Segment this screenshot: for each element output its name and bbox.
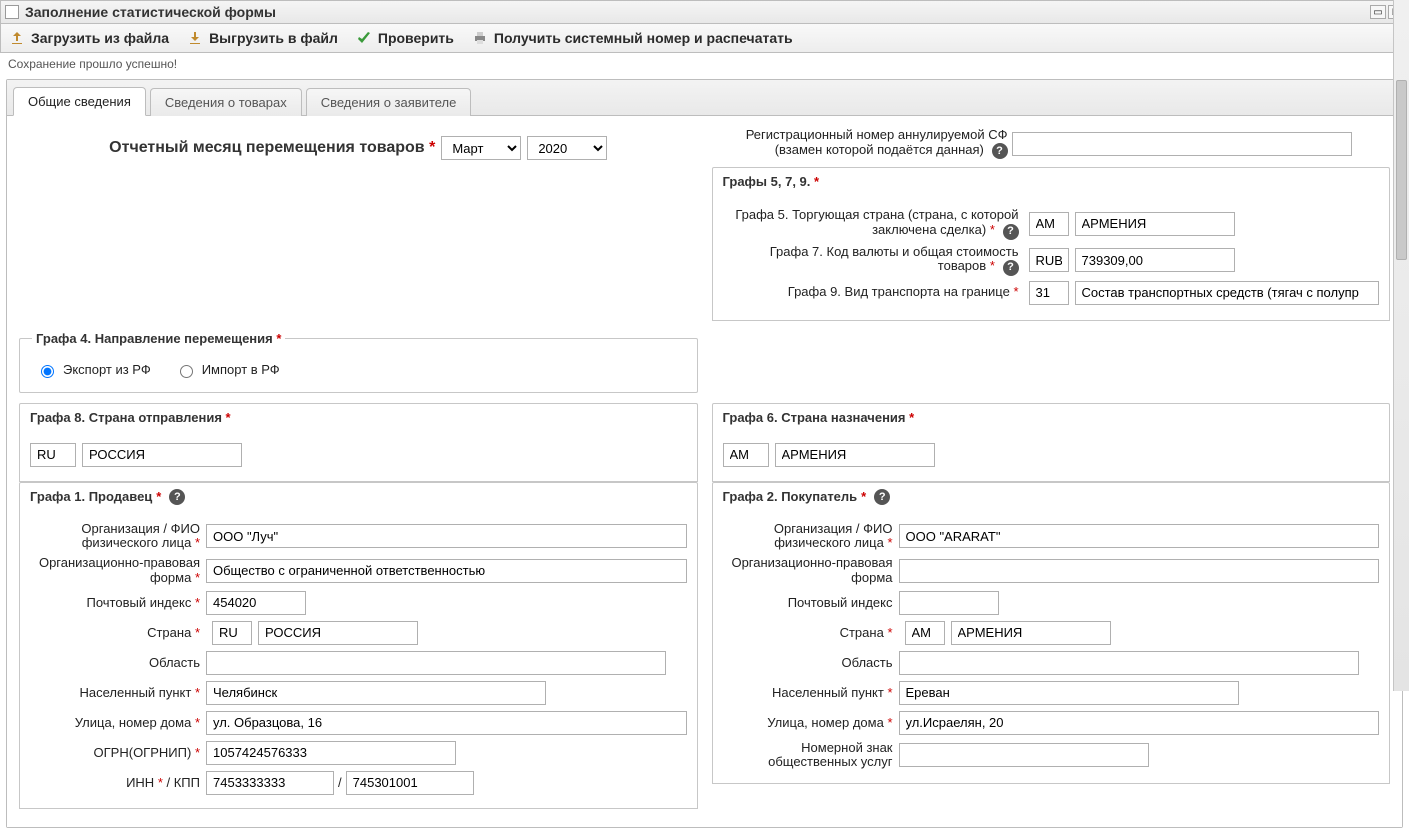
g2-country-code-input[interactable] [905, 621, 945, 645]
period-label: Отчетный месяц перемещения товаров * [109, 139, 435, 157]
g1-region-input[interactable] [206, 651, 666, 675]
g1-org-input[interactable] [206, 524, 687, 548]
g6-code-input[interactable] [723, 443, 769, 467]
g1-inn-input[interactable] [206, 771, 334, 795]
g2-header: Графа 2. Покупатель * ? [712, 482, 1391, 511]
period-row: Отчетный месяц перемещения товаров * Мар… [19, 126, 698, 166]
g1-street-label: Улица, номер дома * [30, 716, 206, 730]
tabbar: Общие сведения Сведения о товарах Сведен… [7, 80, 1402, 116]
g9-code-input[interactable] [1029, 281, 1069, 305]
g1-legal-label: Организационно-правовая форма * [30, 556, 206, 585]
g2-country-label: Страна * [723, 626, 899, 640]
g2-body: Организация / ФИО физического лица * Орг… [712, 511, 1391, 784]
g2-region-label: Область [723, 656, 899, 670]
g1-header: Графа 1. Продавец * ? [19, 482, 698, 511]
g2-postal-label: Почтовый индекс [723, 596, 899, 610]
g4-export-radio[interactable]: Экспорт из РФ [36, 362, 151, 378]
g1-inn-label: ИНН * / КПП [30, 776, 206, 790]
g2-street-input[interactable] [899, 711, 1380, 735]
toolbar-check-button[interactable]: Проверить [356, 30, 454, 46]
help-icon[interactable]: ? [1003, 224, 1019, 240]
g1-body: Организация / ФИО физического лица * Орг… [19, 511, 698, 809]
g2-street-label: Улица, номер дома * [723, 716, 899, 730]
tab-container: Общие сведения Сведения о товарах Сведен… [6, 79, 1403, 828]
help-icon[interactable]: ? [874, 489, 890, 505]
vertical-scrollbar[interactable] [1393, 0, 1409, 691]
g2-nzou-label: Номерной знак общественных услуг [723, 741, 899, 770]
g7-code-input[interactable] [1029, 248, 1069, 272]
window-icon [5, 5, 19, 19]
tab-applicant[interactable]: Сведения о заявителе [306, 88, 472, 116]
g1-region-label: Область [30, 656, 206, 670]
section-579-body: Графа 5. Торгующая страна (страна, с кот… [712, 195, 1391, 321]
reg-label: Регистрационный номер аннулируемой СФ (в… [712, 128, 1012, 159]
upload-icon [9, 30, 25, 46]
toolbar-check-label: Проверить [378, 30, 454, 46]
g2-legal-label: Организационно-правовая форма [723, 556, 899, 585]
g8-code-input[interactable] [30, 443, 76, 467]
g7-value-input[interactable] [1075, 248, 1235, 272]
help-icon[interactable]: ? [1003, 260, 1019, 276]
g2-city-label: Населенный пункт * [723, 686, 899, 700]
window-title: Заполнение статистической формы [25, 4, 1368, 20]
g8-name-input[interactable] [82, 443, 242, 467]
g2-city-input[interactable] [899, 681, 1239, 705]
g4-import-radio[interactable]: Импорт в РФ [175, 362, 280, 378]
tab-general[interactable]: Общие сведения [13, 87, 146, 116]
g2-legal-input[interactable] [899, 559, 1380, 583]
g5-name-input[interactable] [1075, 212, 1235, 236]
download-icon [187, 30, 203, 46]
g1-street-input[interactable] [206, 711, 687, 735]
g1-city-input[interactable] [206, 681, 546, 705]
g1-country-code-input[interactable] [212, 621, 252, 645]
period-year-select[interactable]: 2020 [527, 136, 607, 160]
toolbar-load-button[interactable]: Загрузить из файла [9, 30, 169, 46]
g2-org-label: Организация / ФИО физического лица * [723, 522, 899, 551]
printer-icon [472, 30, 488, 46]
g2-region-input[interactable] [899, 651, 1359, 675]
scrollbar-thumb[interactable] [1396, 80, 1407, 260]
period-month-select[interactable]: Март [441, 136, 521, 160]
help-icon[interactable]: ? [992, 143, 1008, 159]
g1-postal-label: Почтовый индекс * [30, 596, 206, 610]
g1-city-label: Населенный пункт * [30, 686, 206, 700]
g2-postal-input[interactable] [899, 591, 999, 615]
g1-country-name-input[interactable] [258, 621, 418, 645]
g2-nzou-input[interactable] [899, 743, 1149, 767]
g1-ogrn-label: ОГРН(ОГРНИП) * [30, 746, 206, 760]
g1-postal-input[interactable] [206, 591, 306, 615]
main-toolbar: Загрузить из файла Выгрузить в файл Пров… [0, 24, 1409, 53]
toolbar-save-label: Выгрузить в файл [209, 30, 338, 46]
status-message: Сохранение прошло успешно! [0, 53, 1409, 75]
g5-label: Графа 5. Торгующая страна (страна, с кот… [723, 208, 1023, 239]
g6-name-input[interactable] [775, 443, 935, 467]
check-icon [356, 30, 372, 46]
reg-number-input[interactable] [1012, 132, 1352, 156]
section-g4: Графа 4. Направление перемещения * Экспо… [19, 331, 698, 393]
g8-header: Графа 8. Страна отправления * [19, 403, 698, 431]
maximize-icon[interactable]: ▭ [1370, 5, 1386, 19]
help-icon[interactable]: ? [169, 489, 185, 505]
toolbar-print-label: Получить системный номер и распечатать [494, 30, 793, 46]
g1-ogrn-input[interactable] [206, 741, 456, 765]
toolbar-load-label: Загрузить из файла [31, 30, 169, 46]
toolbar-print-button[interactable]: Получить системный номер и распечатать [472, 30, 793, 46]
g1-country-label: Страна * [30, 626, 206, 640]
toolbar-save-button[interactable]: Выгрузить в файл [187, 30, 338, 46]
g2-org-input[interactable] [899, 524, 1380, 548]
tab-content-general: Отчетный месяц перемещения товаров * Мар… [7, 116, 1402, 827]
g2-country-name-input[interactable] [951, 621, 1111, 645]
g5-code-input[interactable] [1029, 212, 1069, 236]
g1-legal-input[interactable] [206, 559, 687, 583]
g6-header: Графа 6. Страна назначения * [712, 403, 1391, 431]
g1-org-label: Организация / ФИО физического лица * [30, 522, 206, 551]
window-titlebar: Заполнение статистической формы ▭ ❐ [0, 0, 1409, 24]
tab-goods[interactable]: Сведения о товарах [150, 88, 302, 116]
g7-label: Графа 7. Код валюты и общая стоимость то… [723, 245, 1023, 276]
g9-name-input[interactable] [1075, 281, 1380, 305]
g9-label: Графа 9. Вид транспорта на границе * [723, 285, 1023, 300]
g1-kpp-input[interactable] [346, 771, 474, 795]
section-579-header: Графы 5, 7, 9. * [712, 167, 1391, 195]
g4-title: Графа 4. Направление перемещения * [32, 331, 285, 346]
